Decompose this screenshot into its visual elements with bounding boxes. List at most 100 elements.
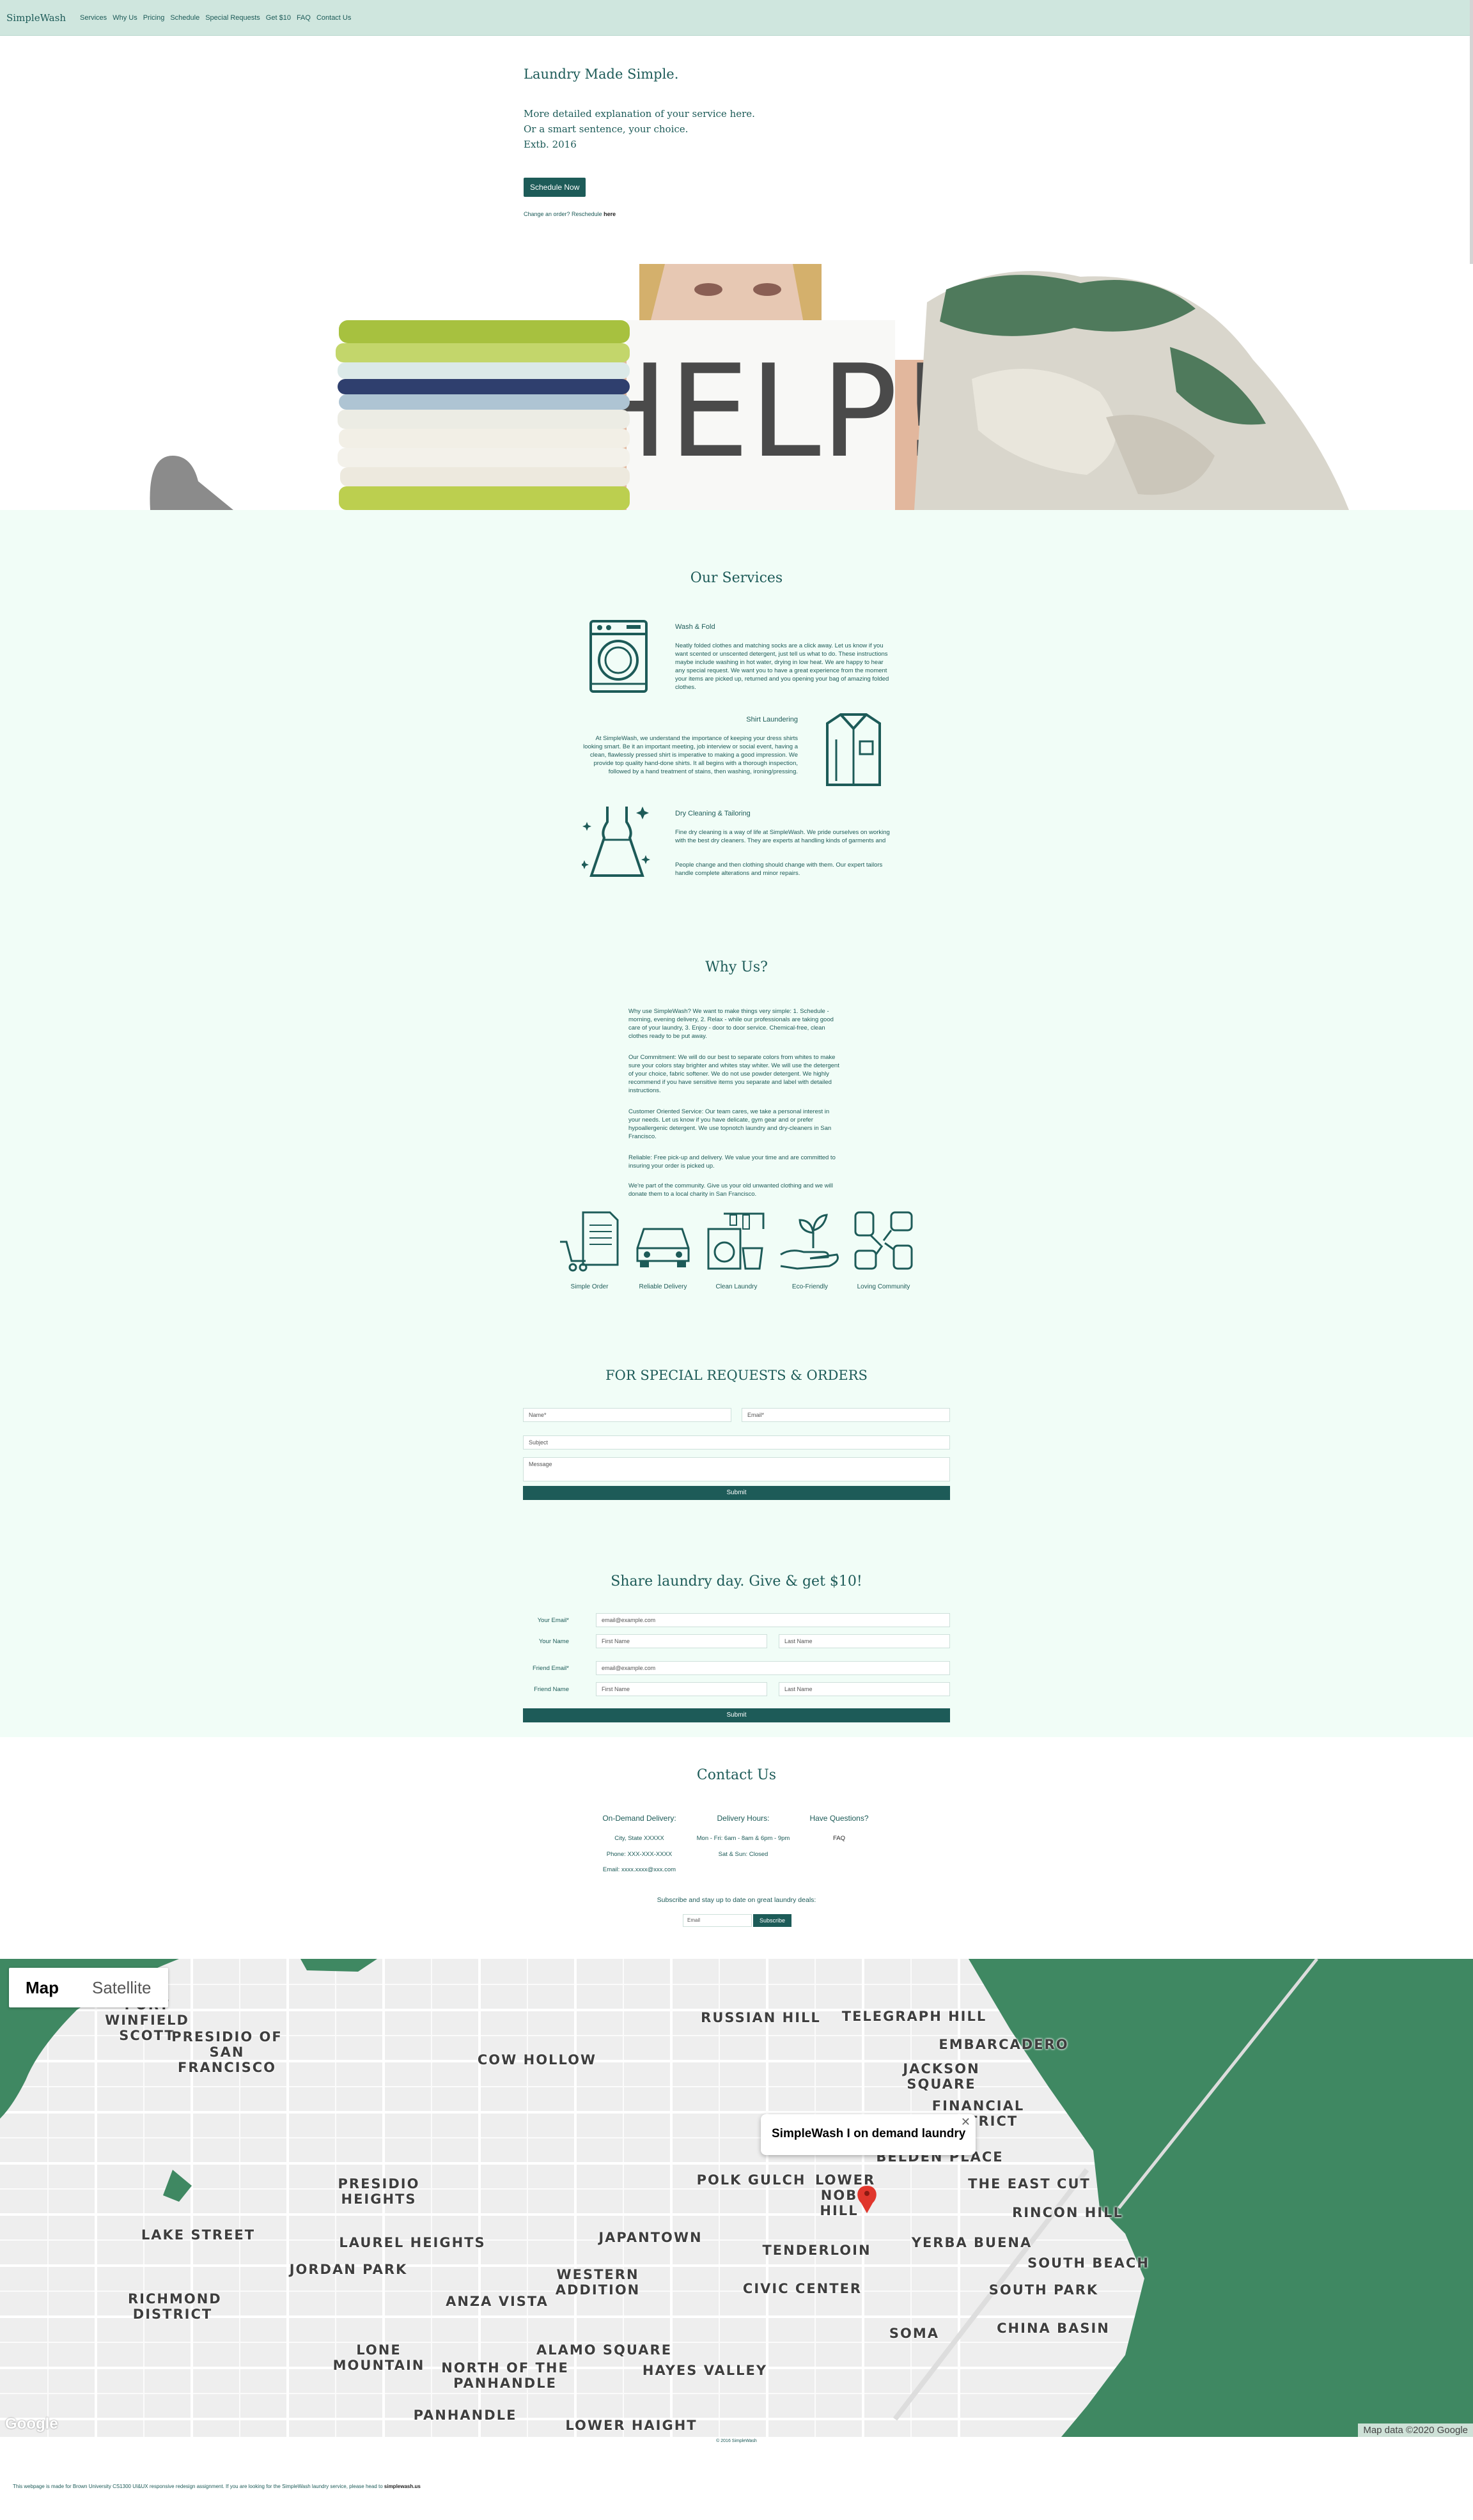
reschedule-link[interactable]: here [604, 211, 616, 217]
friend-email-field[interactable]: email@example.com [596, 1661, 950, 1675]
map-label: EMBARCADERO [939, 2037, 1069, 2052]
nav-faq[interactable]: FAQ [297, 14, 311, 22]
friend-name-label: Friend Name [534, 1686, 569, 1693]
change-order-label: Change an order? Reschedule [524, 211, 604, 217]
nav-schedule[interactable]: Schedule [170, 14, 199, 22]
service-title-shirt: Shirt Laundering [746, 716, 798, 723]
simple-order-icon [560, 1211, 619, 1272]
nav-pricing[interactable]: Pricing [143, 14, 165, 22]
map-label: SOUTH BEACH [1027, 2255, 1150, 2271]
contact-email: Email: xxxx.xxxx@xxx.com [602, 1866, 676, 1873]
delivery-car-icon [636, 1228, 690, 1267]
email-field[interactable]: Email* [742, 1408, 950, 1422]
hours-weekday: Mon - Fri: 6am - 8am & 6pm - 9pm [696, 1835, 790, 1842]
map-label: RUSSIAN HILL [701, 2010, 821, 2025]
friend-first-name-field[interactable]: First Name [596, 1682, 767, 1696]
eco-friendly-icon [780, 1214, 839, 1270]
subscribe-button[interactable]: Subscribe [753, 1914, 791, 1927]
services-title: Our Services [690, 570, 783, 586]
map-label: RICHMOND DISTRICT [128, 2291, 222, 2322]
subscribe-email-field[interactable]: Email [683, 1914, 752, 1927]
name-field[interactable]: Name* [523, 1408, 731, 1422]
why-paragraph: We're part of the community. Give us you… [628, 1182, 833, 1198]
nav-why-us[interactable]: Why Us [113, 14, 137, 22]
first-name-field[interactable]: First Name [596, 1634, 767, 1648]
map-label: ALAMO SQUARE [536, 2342, 673, 2358]
map-tab[interactable]: Map [9, 1968, 75, 2007]
your-email-label: Your Email* [537, 1617, 569, 1624]
schedule-now-button[interactable]: Schedule Now [524, 178, 586, 197]
feature-label: Loving Community [857, 1283, 910, 1290]
change-order-text: Change an order? Reschedule here [524, 211, 971, 217]
hero-line: Or a smart sentence, your choice. [524, 123, 689, 135]
close-icon[interactable]: ✕ [961, 2115, 970, 2129]
last-name-field[interactable]: Last Name [779, 1634, 950, 1648]
nav-get-10[interactable]: Get $10 [266, 14, 291, 22]
map-label: HAYES VALLEY [642, 2363, 768, 2378]
map-label: LAUREL HEIGHTS [339, 2235, 486, 2250]
map-label: LOWER NOB HILL [815, 2172, 876, 2218]
feature-label: Clean Laundry [715, 1283, 758, 1290]
map-label: PRESIDIO HEIGHTS [338, 2176, 420, 2207]
hours-heading: Delivery Hours: [717, 1814, 770, 1823]
hero-line: More detailed explanation of your servic… [524, 108, 755, 120]
service-title-wash-fold: Wash & Fold [675, 623, 715, 631]
map-type-toggle[interactable]: Map Satellite [9, 1968, 168, 2007]
subscribe-text: Subscribe and stay up to date on great l… [657, 1896, 816, 1904]
map-label: RINCON HILL [1012, 2205, 1123, 2220]
service-text-tailoring: People change and then clothing should c… [675, 862, 883, 877]
hero-banner-image: HELP! [0, 264, 1473, 510]
info-window-title: SimpleWash I on demand laundry [772, 2127, 966, 2140]
washing-machine-icon [589, 620, 648, 693]
simplewash-link[interactable]: simplewash.us [384, 2484, 421, 2489]
why-paragraph: Customer Oriented Service: Our team care… [628, 1108, 832, 1140]
nav-services[interactable]: Services [80, 14, 107, 22]
share-submit-button[interactable]: Submit [523, 1708, 950, 1722]
questions-heading: Have Questions? [809, 1814, 869, 1823]
map-label: CHINA BASIN [997, 2321, 1110, 2336]
laundry-banner-illustration: HELP! [150, 264, 1349, 510]
map-label: TENDERLOIN [762, 2243, 871, 2258]
subject-field[interactable]: Subject [523, 1435, 950, 1449]
hero-title: Laundry Made Simple. [524, 66, 679, 82]
scrollbar[interactable] [1470, 0, 1473, 275]
map-label: NORTH OF THE PANHANDLE [441, 2360, 569, 2391]
nav-contact-us[interactable]: Contact Us [316, 14, 351, 22]
hero-section: Laundry Made Simple. More detailed expla… [524, 66, 971, 217]
contact-phone: Phone: XXX-XXX-XXXX [606, 1851, 673, 1858]
your-name-label: Your Name [538, 1638, 569, 1645]
why-paragraph: Our Commitment: We will do our best to s… [628, 1054, 839, 1094]
hero-line: Extb. 2016 [524, 139, 577, 150]
top-navbar: SimpleWash Services Why Us Pricing Sched… [0, 0, 1473, 36]
friend-last-name-field[interactable]: Last Name [779, 1682, 950, 1696]
brand-logo[interactable]: SimpleWash [6, 12, 66, 24]
satellite-tab[interactable]: Satellite [75, 1968, 168, 2007]
footer-note-text: This webpage is made for Brown Universit… [13, 2484, 384, 2489]
clean-laundry-icon [707, 1212, 765, 1270]
feature-label: Reliable Delivery [639, 1283, 687, 1290]
why-paragraph: Reliable: Free pick-up and delivery. We … [628, 1154, 836, 1170]
service-text-shirt: At SimpleWash, we understand the importa… [583, 735, 798, 775]
dress-icon [582, 807, 650, 877]
friend-email-label: Friend Email* [532, 1665, 569, 1672]
nav-special-requests[interactable]: Special Requests [205, 14, 260, 22]
location-map[interactable]: PORT WINFIELD SCOTT PRESIDIO OF SAN FRAN… [0, 1959, 1473, 2437]
map-label: LOWER HAIGHT [565, 2418, 698, 2433]
delivery-heading: On-Demand Delivery: [602, 1814, 676, 1823]
message-field[interactable]: Message [523, 1457, 950, 1481]
map-label: PRESIDIO OF SAN FRANCISCO [171, 2029, 283, 2075]
map-label: SOMA [889, 2326, 940, 2341]
help-sign-text: HELP! [573, 337, 949, 486]
map-info-window: SimpleWash I on demand laundry ✕ [761, 2114, 976, 2155]
map-label: JAPANTOWN [598, 2230, 703, 2245]
your-email-field[interactable]: email@example.com [596, 1613, 950, 1627]
map-label: JORDAN PARK [289, 2262, 408, 2277]
special-submit-button[interactable]: Submit [523, 1486, 950, 1500]
why-paragraph: Why use SimpleWash? We want to make thin… [628, 1008, 834, 1040]
hours-weekend: Sat & Sun: Closed [718, 1851, 768, 1858]
faq-link[interactable]: FAQ [796, 1835, 882, 1842]
map-label: THE EAST CUT [968, 2176, 1091, 2191]
map-label: SOUTH PARK [988, 2282, 1099, 2298]
feature-label: Eco-Friendly [791, 1283, 829, 1290]
service-text-wash-fold: Neatly folded clothes and matching socks… [675, 642, 889, 691]
